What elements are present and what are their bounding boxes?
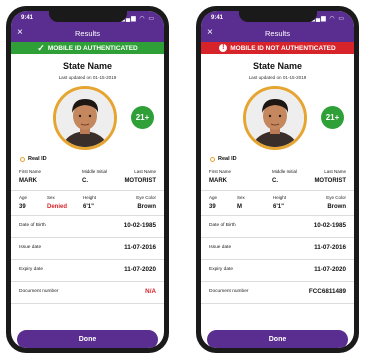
divider <box>11 215 164 216</box>
phone-screen: 9:41 ▂▄▆ ◠ ▭ × Results ! MOBILE ID NOT A… <box>201 11 354 348</box>
field-value: 11-07-2020 <box>124 266 156 273</box>
phone-not-authenticated: 9:41 ▂▄▆ ◠ ▭ × Results ! MOBILE ID NOT A… <box>196 6 359 353</box>
first-name-value: MARK <box>19 178 37 184</box>
auth-status-text: MOBILE ID AUTHENTICATED <box>47 44 138 52</box>
state-name: State Name <box>62 61 113 71</box>
phone-screen: 9:41 ▂▄▆ ◠ ▭ × Results ✓ MOBILE ID AUTHE… <box>11 11 164 348</box>
nav-bar: × Results <box>201 25 354 42</box>
last-name-value: MOTORIST <box>124 178 156 184</box>
field-label: Issue date <box>19 245 42 250</box>
phone-authenticated: 9:41 ▂▄▆ ◠ ▭ × Results ✓ MOBILE ID AUTHE… <box>6 6 169 353</box>
state-name: State Name <box>252 61 303 71</box>
divider <box>201 215 354 216</box>
eye-color-label: Eye Color <box>326 195 346 200</box>
field-label: Document number <box>209 289 249 294</box>
divider <box>201 303 354 304</box>
eye-color-value: Brown <box>327 204 346 210</box>
middle-initial-value: C. <box>82 178 88 184</box>
divider <box>11 259 164 260</box>
age-21-badge: 21+ <box>321 106 344 129</box>
age-21-badge: 21+ <box>131 106 154 129</box>
alert-icon: ! <box>219 44 228 52</box>
id-photo <box>243 86 307 150</box>
eye-color-value: Brown <box>137 204 156 210</box>
eye-color-label: Eye Color <box>136 195 156 200</box>
real-id-indicator: Real ID <box>20 156 47 162</box>
real-id-label: Real ID <box>218 156 237 162</box>
field-label: Date of Birth <box>209 223 236 228</box>
divider <box>11 190 164 191</box>
field-label: Expiry date <box>209 267 233 272</box>
first-name-label: First Name <box>209 169 232 174</box>
height-value: 6'1" <box>83 204 94 210</box>
age-label: Age <box>19 195 28 200</box>
height-value: 6'1" <box>273 204 284 210</box>
field-value: N/A <box>145 288 156 295</box>
done-button[interactable]: Done <box>17 330 158 348</box>
real-id-label: Real ID <box>28 156 47 162</box>
last-name-label: Last Name <box>134 169 156 174</box>
nav-title: Results <box>74 29 100 38</box>
middle-initial-value: C. <box>272 178 278 184</box>
field-label: Expiry date <box>19 267 43 272</box>
portrait-image <box>246 89 304 147</box>
field-value: 11-07-2016 <box>124 244 156 251</box>
field-value: 10-02-1985 <box>313 222 346 229</box>
age-value: 39 <box>19 204 26 210</box>
status-time: 9:41 <box>211 15 224 21</box>
real-id-star-icon <box>210 156 215 162</box>
portrait-image <box>56 89 114 147</box>
divider <box>201 237 354 238</box>
sex-value: Denied <box>47 204 68 210</box>
divider <box>201 259 354 260</box>
field-value: 11-07-2016 <box>314 244 346 251</box>
done-button[interactable]: Done <box>207 330 348 348</box>
first-name-value: MARK <box>209 178 227 184</box>
check-icon: ✓ <box>37 43 45 53</box>
id-photo <box>53 86 117 150</box>
middle-initial-label: Middle Initial <box>82 169 108 174</box>
field-value: FCC6811489 <box>308 288 346 295</box>
field-value: 10-02-1985 <box>123 222 156 229</box>
status-time: 9:41 <box>21 15 34 21</box>
auth-status-banner: ! MOBILE ID NOT AUTHENTICATED <box>201 42 354 54</box>
last-name-label: Last Name <box>324 169 346 174</box>
nav-title: Results <box>264 29 290 38</box>
divider <box>201 281 354 282</box>
sex-label: Sex <box>237 195 245 200</box>
auth-status-banner: ✓ MOBILE ID AUTHENTICATED <box>11 42 164 54</box>
divider <box>11 237 164 238</box>
sex-value: M <box>237 204 242 210</box>
field-value: 11-07-2020 <box>314 266 346 273</box>
last-updated: Last updated on 01-15-2019 <box>248 75 307 80</box>
sex-label: Sex <box>47 195 55 200</box>
age-label: Age <box>209 195 218 200</box>
field-label: Document number <box>19 289 59 294</box>
field-label: Issue date <box>209 245 232 250</box>
divider <box>11 303 164 304</box>
nav-bar: × Results <box>11 25 164 42</box>
field-label: Date of Birth <box>19 223 46 228</box>
phone-notch <box>48 11 127 22</box>
real-id-indicator: Real ID <box>210 156 237 162</box>
real-id-star-icon <box>20 156 25 162</box>
height-label: Height <box>273 195 287 200</box>
divider <box>201 190 354 191</box>
auth-status-text: MOBILE ID NOT AUTHENTICATED <box>230 44 336 52</box>
divider <box>11 281 164 282</box>
age-value: 39 <box>209 204 216 210</box>
middle-initial-label: Middle Initial <box>272 169 298 174</box>
last-updated: Last updated on 01-15-2019 <box>58 75 117 80</box>
last-name-value: MOTORIST <box>314 178 346 184</box>
phone-notch <box>238 11 317 22</box>
height-label: Height <box>83 195 97 200</box>
first-name-label: First Name <box>19 169 42 174</box>
